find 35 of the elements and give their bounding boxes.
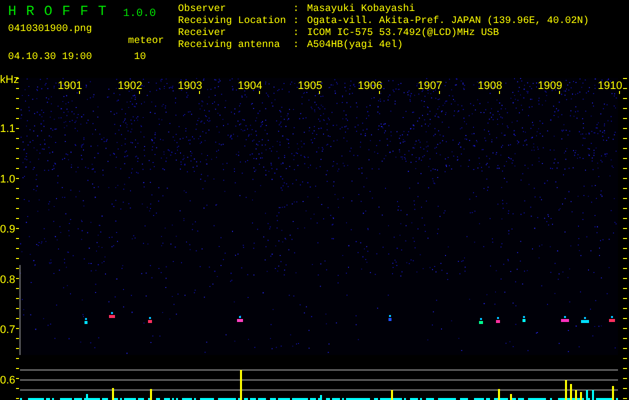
separator: :	[293, 40, 300, 52]
frequency-label: 1.1	[0, 123, 16, 135]
time-label: 1907	[418, 80, 442, 92]
time-label: 1901	[58, 80, 82, 92]
info-value: A504HB(yagi 4el)	[307, 40, 404, 52]
time-label: 1904	[238, 80, 262, 92]
version-label: 1.0.0	[123, 8, 156, 20]
info-value: ICOM IC-575 53.7492(@LCD)MHz USB	[307, 28, 500, 40]
file-name: 0410301900.png	[8, 24, 94, 36]
time-label: 1910	[598, 80, 622, 92]
unit-label: kHz	[0, 75, 19, 86]
frequency-label: 0.6	[0, 374, 16, 386]
time-label: 1905	[298, 80, 322, 92]
separator: :	[293, 28, 300, 40]
time-label: 1906	[358, 80, 382, 92]
time-label: 1903	[178, 80, 202, 92]
info-label: Observer	[178, 4, 228, 16]
frequency-label: 0.9	[0, 224, 16, 236]
meteor-label: meteor	[128, 36, 164, 48]
frequency-label: 1.0	[0, 173, 16, 186]
frequency-label: 0.7	[0, 324, 16, 336]
time-label: 1902	[118, 80, 142, 92]
meteor-count: 10	[134, 52, 146, 64]
separator: :	[293, 4, 300, 16]
time-label: 1908	[478, 80, 502, 92]
time-label: 1909	[538, 80, 562, 92]
frequency-label: 0.8	[0, 274, 16, 286]
info-label: Receiver	[178, 28, 228, 40]
info-value: Ogata-vill. Akita-Pref. JAPAN (139.96E, 40.02N)	[307, 16, 590, 28]
info-label: Receiving Location	[178, 16, 288, 28]
date-time: 04.10.30 19:00	[8, 52, 94, 64]
app-title: H R O F F T	[8, 4, 108, 20]
info-value: Masayuki Kobayashi	[307, 4, 416, 16]
info-label: Receiving antenna	[178, 40, 282, 52]
separator: :	[293, 16, 300, 28]
